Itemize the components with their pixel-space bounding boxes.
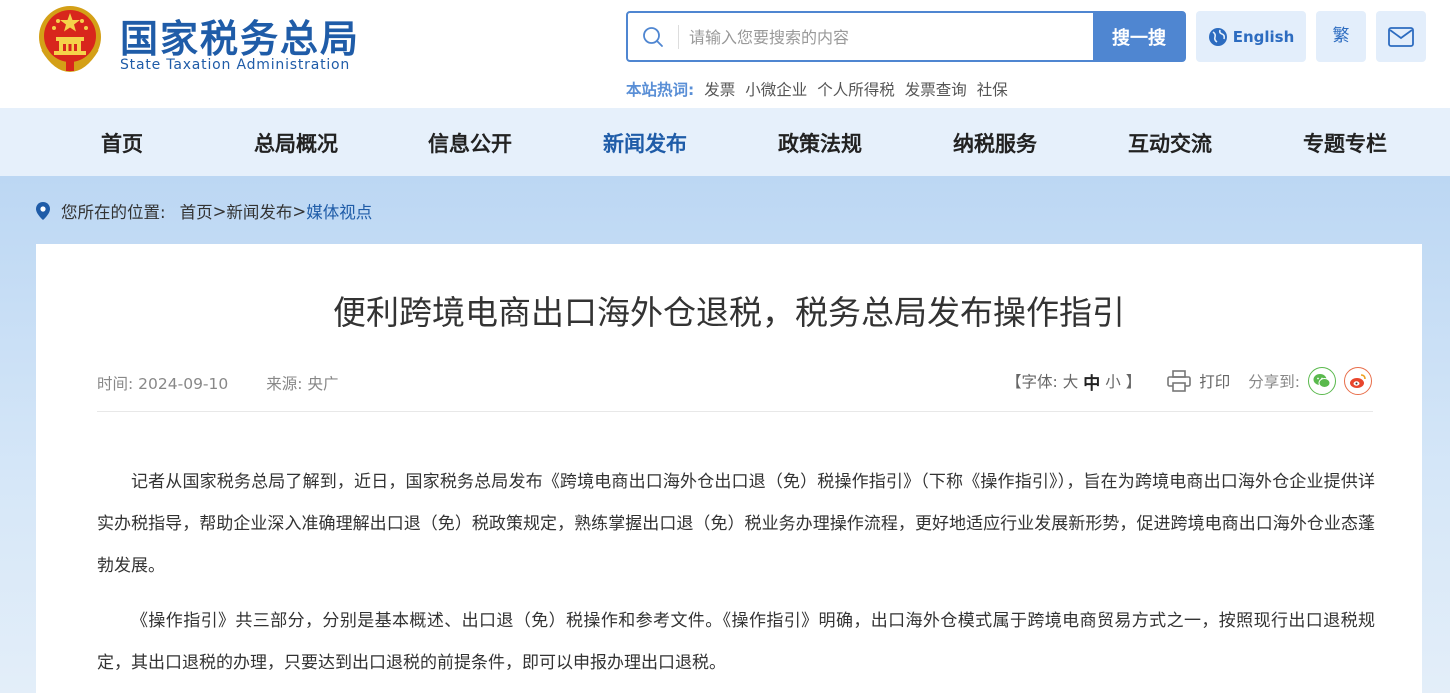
font-size-small[interactable]: 小 (1105, 370, 1121, 392)
english-button-label: English (1232, 27, 1295, 46)
meta-divider (97, 411, 1373, 412)
font-size-close: 】 (1125, 373, 1142, 391)
article-paragraph: 记者从国家税务总局了解到，近日，国家税务总局发布《跨境电商出口海外仓出口退（免）… (97, 472, 1375, 576)
search-icon (643, 27, 663, 47)
hot-word-link[interactable]: 个人所得税 (817, 78, 895, 100)
source-value: 央广 (307, 375, 339, 393)
print-button[interactable]: 打印 (1167, 370, 1230, 392)
nav-item-disclosure[interactable]: 信息公开 (428, 128, 512, 158)
article-time: 时间: 2024-09-10 (97, 372, 228, 394)
time-value: 2024-09-10 (138, 375, 229, 393)
main-nav: 首页 总局概况 信息公开 新闻发布 政策法规 纳税服务 互动交流 专题专栏 (0, 108, 1450, 176)
hot-word-link[interactable]: 社保 (977, 78, 1008, 100)
site-logo-cn[interactable]: 国家税务总局 (120, 8, 360, 63)
hot-word-link[interactable]: 小微企业 (745, 78, 807, 100)
font-size-switcher: 【字体: 大 中 小 】 (1006, 369, 1141, 394)
hot-word-link[interactable]: 发票 (704, 78, 735, 100)
site-logo-en[interactable]: State Taxation Administration (120, 57, 350, 73)
breadcrumb-current[interactable]: 媒体视点 (306, 199, 372, 223)
article-meta: 时间: 2024-09-10 来源: 央广 (97, 372, 338, 394)
location-pin-icon (36, 202, 50, 220)
nav-item-interaction[interactable]: 互动交流 (1128, 128, 1212, 158)
traditional-chinese-button[interactable]: 繁 (1316, 11, 1366, 62)
search-input[interactable] (678, 25, 1078, 49)
source-label: 来源: (266, 375, 303, 393)
time-label: 时间: (97, 375, 134, 393)
national-emblem-icon[interactable] (36, 3, 104, 73)
search-button[interactable]: 搜一搜 (1093, 12, 1185, 61)
breadcrumb-section[interactable]: 新闻发布 (226, 199, 292, 223)
nav-item-topics[interactable]: 专题专栏 (1303, 128, 1387, 158)
mail-button[interactable] (1376, 11, 1426, 62)
article-title: 便利跨境电商出口海外仓退税，税务总局发布操作指引 (333, 293, 1125, 332)
nav-item-home[interactable]: 首页 (101, 128, 143, 158)
hot-words: 本站热词: 发票 小微企业 个人所得税 发票查询 社保 (626, 78, 1008, 100)
font-size-label: 【字体: (1005, 373, 1058, 391)
printer-icon (1167, 370, 1192, 392)
english-button[interactable]: English (1196, 11, 1306, 62)
breadcrumb-home[interactable]: 首页 (180, 199, 213, 223)
hot-word-link[interactable]: 发票查询 (905, 78, 967, 100)
site-header: 国家税务总局 State Taxation Administration 搜一搜… (0, 0, 1450, 108)
breadcrumb-separator: > (292, 201, 307, 221)
nav-item-tax-service[interactable]: 纳税服务 (953, 128, 1037, 158)
weibo-share-icon[interactable] (1344, 367, 1372, 395)
print-label: 打印 (1199, 373, 1231, 391)
search-box: 搜一搜 (626, 11, 1186, 62)
font-size-large[interactable]: 大 (1063, 370, 1079, 392)
article-paragraph: 《操作指引》共三部分，分别是基本概述、出口退（免）税操作和参考文件。《操作指引》… (97, 611, 1375, 673)
hot-words-label: 本站热词: (626, 81, 695, 99)
nav-item-overview[interactable]: 总局概况 (254, 128, 338, 158)
wechat-share-icon[interactable] (1308, 367, 1336, 395)
breadcrumb-separator: > (212, 201, 227, 221)
share-label: 分享到: (1248, 373, 1300, 391)
nav-item-policy[interactable]: 政策法规 (778, 128, 862, 158)
breadcrumb-prefix: 您所在的位置: (61, 203, 166, 222)
article-card: 便利跨境电商出口海外仓退税，税务总局发布操作指引 时间: 2024-09-10 … (36, 244, 1422, 693)
article-tools: 【字体: 大 中 小 】 打印 分享到: (1006, 367, 1372, 395)
breadcrumb: 您所在的位置: 首页 > 新闻发布 > 媒体视点 (36, 199, 372, 223)
nav-item-news[interactable]: 新闻发布 (603, 128, 687, 158)
globe-icon (1208, 27, 1227, 46)
font-size-medium[interactable]: 中 (1083, 369, 1100, 394)
article-source: 来源: 央广 (266, 372, 338, 394)
mail-icon (1388, 26, 1414, 47)
